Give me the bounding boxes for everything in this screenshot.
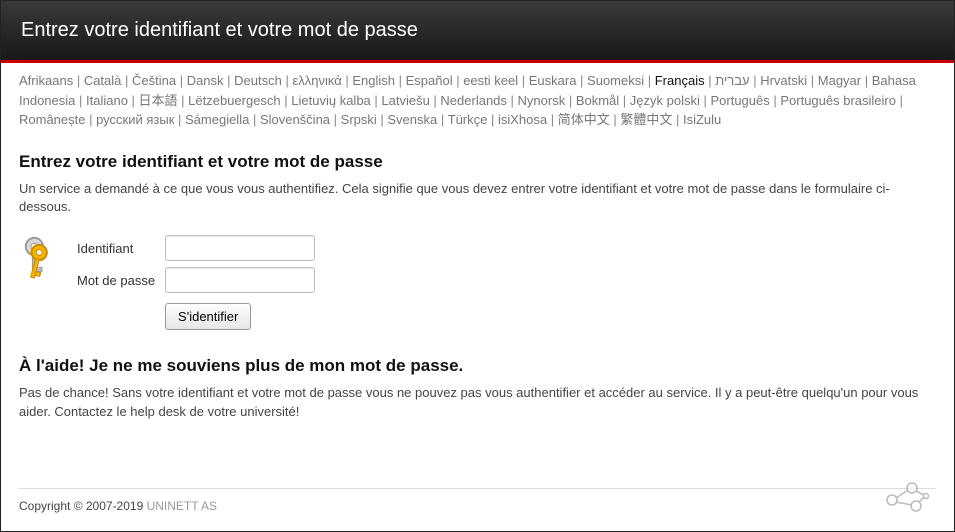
lang-separator: | [395, 73, 406, 88]
lang-separator: | [430, 93, 441, 108]
lang-separator: | [896, 93, 903, 108]
language-link[interactable]: עברית [715, 73, 749, 88]
lang-separator: | [128, 93, 139, 108]
language-link[interactable]: English [352, 73, 395, 88]
password-input[interactable] [165, 267, 315, 293]
lang-separator: | [644, 73, 655, 88]
language-link[interactable]: Español [406, 73, 453, 88]
lang-separator: | [377, 112, 388, 127]
language-link[interactable]: Latviešu [381, 93, 429, 108]
submit-button[interactable]: S'identifier [165, 303, 251, 330]
lang-separator: | [565, 93, 576, 108]
lang-separator: | [174, 112, 185, 127]
language-link[interactable]: русский язык [96, 112, 174, 127]
lang-separator: | [507, 93, 518, 108]
language-link[interactable]: Euskara [529, 73, 577, 88]
language-link[interactable]: 日本語 [139, 93, 178, 108]
keys-icon [19, 231, 65, 285]
lang-separator: | [770, 93, 781, 108]
language-link[interactable]: Slovenščina [260, 112, 330, 127]
lang-separator: | [437, 112, 447, 127]
language-link[interactable]: Italiano [86, 93, 128, 108]
language-link[interactable]: Sámegiella [185, 112, 249, 127]
language-link[interactable]: Nynorsk [518, 93, 566, 108]
lang-separator: | [85, 112, 96, 127]
login-intro: Un service a demandé à ce que vous vous … [19, 180, 936, 218]
lang-separator: | [576, 73, 587, 88]
lang-separator: | [518, 73, 529, 88]
language-link[interactable]: Português brasileiro [780, 93, 896, 108]
language-link[interactable]: Lëtzebuergesch [188, 93, 281, 108]
language-link[interactable]: Svenska [387, 112, 437, 127]
username-label: Identifiant [73, 233, 159, 263]
help-heading: À l'aide! Je ne me souviens plus de mon … [19, 356, 936, 376]
lang-separator: | [224, 73, 235, 88]
language-link[interactable]: Bokmål [576, 93, 619, 108]
lang-separator: | [619, 93, 630, 108]
lang-separator: | [330, 112, 341, 127]
language-link[interactable]: ελληνικά [292, 73, 341, 88]
lang-separator: | [705, 73, 716, 88]
language-link[interactable]: Magyar [818, 73, 861, 88]
login-heading: Entrez votre identifiant et votre mot de… [19, 152, 936, 172]
language-link[interactable]: Dansk [187, 73, 224, 88]
page-header: Entrez votre identifiant et votre mot de… [1, 1, 954, 63]
login-form: Identifiant Mot de passe S'identifier [71, 231, 321, 334]
language-link[interactable]: Afrikaans [19, 73, 73, 88]
language-link[interactable]: Românește [19, 112, 85, 127]
lang-separator: | [453, 73, 464, 88]
lang-separator: | [487, 112, 498, 127]
lang-separator: | [176, 73, 187, 88]
lang-separator: | [750, 73, 761, 88]
page-title: Entrez votre identifiant et votre mot de… [21, 19, 418, 41]
lang-separator: | [861, 73, 872, 88]
language-link[interactable]: Català [84, 73, 122, 88]
copyright-text: Copyright © 2007-2019 [19, 499, 147, 513]
language-link[interactable]: Português [710, 93, 769, 108]
language-link[interactable]: Lietuvių kalba [291, 93, 371, 108]
help-text: Pas de chance! Sans votre identifiant et… [19, 384, 936, 422]
username-input[interactable] [165, 235, 315, 261]
lang-separator: | [282, 73, 293, 88]
language-link[interactable]: Türkçe [448, 112, 488, 127]
language-link[interactable]: eesti keel [463, 73, 518, 88]
language-bar: Afrikaans | Català | Čeština | Dansk | D… [19, 71, 936, 130]
language-link[interactable]: 繁體中文 [620, 112, 672, 127]
footer-link[interactable]: UNINETT AS [147, 499, 217, 513]
lang-separator: | [807, 73, 818, 88]
language-link[interactable]: Suomeksi [587, 73, 644, 88]
language-current: Français [655, 73, 705, 88]
language-link[interactable]: isiXhosa [498, 112, 547, 127]
language-link[interactable]: 简体中文 [558, 112, 610, 127]
language-link[interactable]: IsiZulu [683, 112, 721, 127]
language-link[interactable]: Hrvatski [760, 73, 807, 88]
footer-logo-icon [882, 478, 930, 517]
lang-separator: | [121, 73, 132, 88]
language-link[interactable]: Srpski [341, 112, 377, 127]
lang-separator: | [610, 112, 621, 127]
lang-separator: | [547, 112, 558, 127]
lang-separator: | [371, 93, 382, 108]
lang-separator: | [672, 112, 683, 127]
language-link[interactable]: Język polski [630, 93, 700, 108]
lang-separator: | [178, 93, 189, 108]
lang-separator: | [700, 93, 711, 108]
lang-separator: | [75, 93, 86, 108]
lang-separator: | [73, 73, 84, 88]
language-link[interactable]: Čeština [132, 73, 176, 88]
lang-separator: | [342, 73, 353, 88]
password-label: Mot de passe [73, 265, 159, 295]
language-link[interactable]: Nederlands [440, 93, 507, 108]
lang-separator: | [281, 93, 292, 108]
language-link[interactable]: Deutsch [234, 73, 282, 88]
footer: Copyright © 2007-2019 UNINETT AS [19, 488, 936, 513]
lang-separator: | [249, 112, 260, 127]
